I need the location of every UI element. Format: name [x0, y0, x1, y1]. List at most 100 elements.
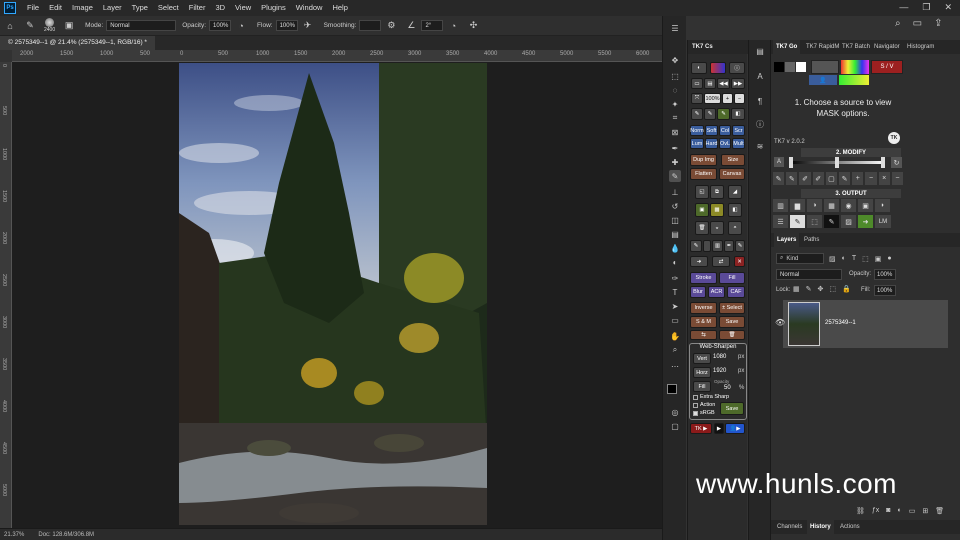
fx-icon[interactable]: ƒx — [872, 507, 879, 515]
healing-tool-icon[interactable]: ✚ — [669, 156, 681, 168]
close-icon[interactable]: ✕ — [944, 2, 952, 13]
properties-icon[interactable]: ≋ — [754, 140, 766, 152]
character-icon[interactable]: A — [754, 70, 766, 82]
tab-actions[interactable]: Actions — [837, 520, 863, 534]
image-output-icon[interactable]: ▨ — [841, 215, 856, 228]
pressure-opacity-icon[interactable]: ◔ — [235, 20, 247, 32]
crop-tool-icon[interactable]: ⌗ — [669, 112, 681, 124]
tk7-paint-icon[interactable]: ✎ — [690, 240, 702, 252]
pen-tool-icon[interactable]: ✑ — [669, 272, 681, 284]
web-sharpen-vert-button[interactable]: Vert — [693, 353, 711, 364]
mask-output-icon[interactable]: ▣ — [858, 199, 873, 212]
flow-field[interactable]: 100% — [275, 20, 298, 31]
tk7-col-button[interactable]: Col — [719, 125, 731, 136]
lock-pixels-icon[interactable]: ✎ — [806, 285, 812, 293]
tk-play-icon[interactable]: ▶ — [714, 423, 724, 434]
move-tool-icon[interactable]: ✥ — [669, 54, 681, 66]
menu-edit[interactable]: Edit — [44, 0, 67, 16]
link-layers-icon[interactable]: ⛓ — [856, 507, 865, 515]
visibility-eye-icon[interactable]: 👁 — [775, 318, 785, 327]
brush-preview-icon[interactable] — [811, 60, 839, 74]
lock-transparent-icon[interactable]: ▦ — [793, 285, 800, 293]
tk7-arrows-button[interactable]: ⇆ — [690, 330, 717, 340]
document-image[interactable] — [179, 63, 487, 525]
panel-collapse-icon[interactable]: ☰ — [669, 22, 681, 34]
tk7-norm-button[interactable]: Norm — [690, 125, 704, 136]
web-sharpen-opacity-value[interactable]: 50 — [724, 385, 731, 391]
menu-icon[interactable]: ☰ — [773, 215, 788, 228]
dodge-tool-icon[interactable]: ◐ — [669, 256, 681, 268]
home-icon[interactable]: ⌂ — [4, 20, 16, 32]
filter-toggle-icon[interactable]: ● — [887, 255, 891, 262]
minimize-icon[interactable]: — — [899, 2, 908, 13]
quick-select-tool-icon[interactable]: ✦ — [669, 98, 681, 110]
tab-tk7-rapidm[interactable]: TK7 RapidM — [803, 40, 842, 54]
tk7-inverse-button[interactable]: Inverse — [690, 302, 717, 314]
layer-kind-filter[interactable]: ⌕ Kind — [776, 253, 824, 264]
tk7-group-icon[interactable]: ⧉ — [710, 185, 724, 199]
tk-menu-button[interactable]: TK ▶ — [690, 423, 712, 434]
web-sharpen-save-button[interactable]: Save — [720, 402, 744, 415]
menu-view[interactable]: View — [230, 0, 256, 16]
tk7-zoom-100-button[interactable]: 100% — [704, 93, 721, 104]
group-layer-icon[interactable]: ▭ — [909, 507, 916, 515]
action-checkbox[interactable]: Action — [693, 402, 715, 408]
apply-output-icon[interactable]: ➜ — [858, 215, 873, 228]
brush-black-icon[interactable]: ✎ — [773, 172, 785, 185]
brush-size-preview[interactable]: 2400 — [44, 18, 55, 33]
tk7-hard-button[interactable]: Hard — [705, 138, 718, 149]
tk7-color-icon[interactable] — [710, 62, 726, 74]
menu-plugins[interactable]: Plugins — [256, 0, 291, 16]
tk7-lum-button[interactable]: Lum — [690, 138, 704, 149]
workspace-icon[interactable]: ▭ — [913, 18, 922, 29]
modify-slider-left-handle[interactable] — [789, 157, 793, 168]
shape-tool-icon[interactable]: ▭ — [669, 314, 681, 326]
tab-channels[interactable]: Channels — [774, 520, 805, 534]
pressure-size-icon[interactable]: ◔ — [447, 20, 459, 32]
symmetry-icon[interactable]: ✣ — [467, 20, 479, 32]
tk7-rewind-icon[interactable]: ◀◀ — [717, 78, 730, 89]
gray-swatch[interactable] — [785, 62, 795, 72]
opacity-field[interactable]: 100% — [209, 20, 232, 31]
lock-artboard-icon[interactable]: ⬚ — [829, 285, 836, 293]
tk7-flatten-button[interactable]: Flatten — [690, 168, 717, 180]
delete-layer-icon[interactable]: 🗑 — [935, 507, 944, 515]
menu-3d[interactable]: 3D — [210, 0, 230, 16]
tk7-open-icon[interactable]: ▭ — [691, 78, 703, 89]
web-sharpen-vert-value[interactable]: 1080 — [713, 354, 726, 360]
web-sharpen-horz-value[interactable]: 1920 — [713, 368, 726, 374]
mask-square-icon[interactable]: ▢ — [825, 172, 838, 185]
clone-stamp-tool-icon[interactable]: ⊥ — [669, 186, 681, 198]
tk7-dup-img-button[interactable]: Dup Img — [690, 154, 717, 166]
history-brush-tool-icon[interactable]: ↺ — [669, 200, 681, 212]
eraser-tool-icon[interactable]: ◫ — [669, 214, 681, 226]
new-layer-icon[interactable]: ⊞ — [922, 507, 928, 515]
tk7-swap-icon[interactable]: ⇄ — [712, 256, 730, 267]
user-icon[interactable]: 👤 — [809, 75, 837, 85]
layer-name[interactable]: 2575349--1 — [825, 320, 856, 326]
tk7-picker-icon[interactable]: ✒ — [724, 240, 734, 252]
brush-preset-icon[interactable]: ✎ — [24, 20, 36, 32]
doc-size[interactable]: Doc: 128.6M/306.8M — [38, 532, 94, 538]
frame-output-icon[interactable]: ⬚ — [807, 215, 822, 228]
tk7-go-icon[interactable]: ▤ — [754, 45, 766, 57]
tab-history[interactable]: History — [807, 520, 834, 534]
maximize-icon[interactable]: ❐ — [922, 2, 930, 13]
tk7-select-button[interactable]: ± Select — [719, 302, 745, 314]
white-swatch[interactable] — [796, 62, 806, 72]
pixel-filter-icon[interactable]: ▨ — [829, 255, 836, 263]
modify-slider-right-handle[interactable] — [881, 157, 885, 168]
zoom-level[interactable]: 21.37% — [4, 532, 24, 538]
sv-button[interactable]: S / V — [871, 60, 903, 74]
tk7-fill-button[interactable]: Fill — [719, 272, 745, 284]
search-icon[interactable]: ⌕ — [895, 18, 901, 29]
type-filter-icon[interactable]: T — [852, 255, 856, 262]
tab-tk7-go[interactable]: TK7 Go — [773, 40, 801, 54]
tk7-cancel-icon[interactable]: ✕ — [734, 256, 745, 267]
dodge-output-icon[interactable]: ◗ — [875, 199, 890, 212]
airbrush-icon[interactable]: ✈ — [302, 20, 314, 32]
menu-filter[interactable]: Filter — [184, 0, 211, 16]
menu-image[interactable]: Image — [67, 0, 98, 16]
tk7-refine-icon[interactable]: ◓ — [728, 221, 742, 235]
levels-icon[interactable]: ▥ — [773, 199, 788, 212]
